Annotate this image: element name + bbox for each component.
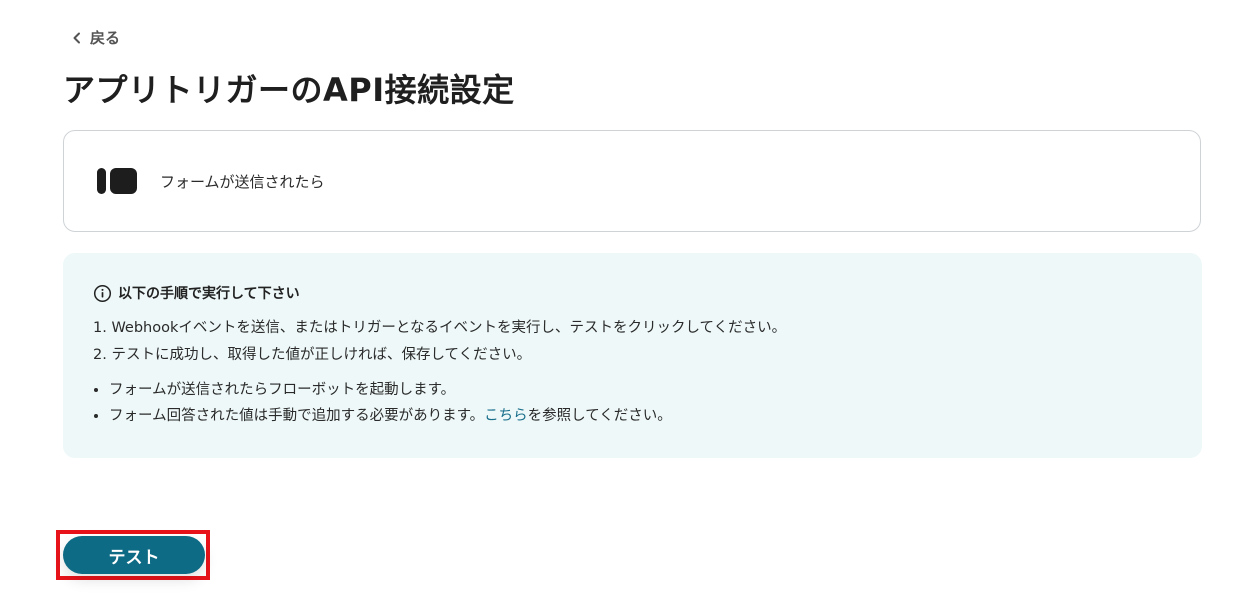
instructions-box: 以下の手順で実行して下さい 1. Webhookイベントを送信、またはトリガーと… <box>63 253 1202 458</box>
note-text: フォーム回答された値は手動で追加する必要があります。 <box>109 408 485 424</box>
note-text: を参照してください。 <box>527 408 672 424</box>
note-item: フォーム回答された値は手動で追加する必要があります。こちらを参照してください。 <box>109 403 1172 429</box>
back-link[interactable]: 戻る <box>70 27 120 48</box>
step-item: 1. Webhookイベントを送信、またはトリガーとなるイベントを実行し、テスト… <box>93 320 787 336</box>
info-icon <box>93 284 112 302</box>
notes-list: フォームが送信されたらフローボットを起動します。 フォーム回答された値は手動で追… <box>93 377 1172 429</box>
instructions-heading: 以下の手順で実行して下さい <box>93 283 1172 303</box>
page-title: アプリトリガーのAPI接続設定 <box>63 71 515 109</box>
trigger-label: フォームが送信されたら <box>160 172 325 191</box>
back-label: 戻る <box>90 29 121 47</box>
steps-list: 1. Webhookイベントを送信、またはトリガーとなるイベントを実行し、テスト… <box>93 315 1172 369</box>
form-app-icon <box>97 168 137 194</box>
chevron-left-icon <box>73 32 80 43</box>
test-button[interactable]: テスト <box>63 536 205 574</box>
instructions-heading-text: 以下の手順で実行して下さい <box>118 286 300 302</box>
reference-link[interactable]: こちら <box>484 408 528 424</box>
trigger-card: フォームが送信されたら <box>63 130 1201 232</box>
page: 戻る アプリトリガーのAPI接続設定 フォームが送信されたら 以下の手順で実行し… <box>0 0 1237 612</box>
note-item: フォームが送信されたらフローボットを起動します。 <box>109 377 1172 403</box>
step-item: 2. テストに成功し、取得した値が正しければ、保存してください。 <box>93 347 532 363</box>
